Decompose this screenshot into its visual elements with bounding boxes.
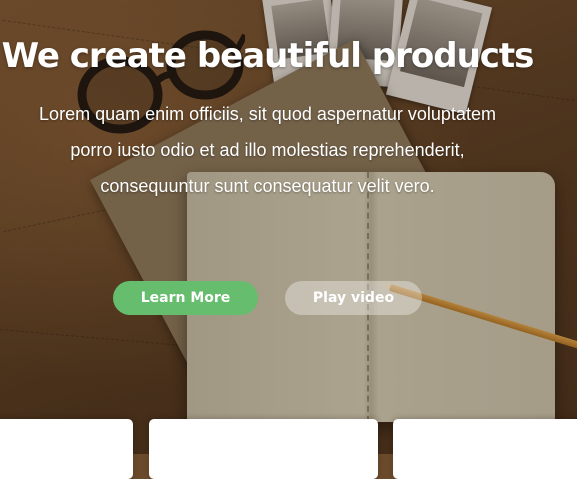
hero-subtitle: Lorem quam enim officiis, sit quod asper… [39,104,496,196]
feature-card [149,419,378,479]
hero-section: We create beautiful products Lorem quam … [0,0,577,454]
feature-card [0,419,133,479]
hero-title: We create beautiful products [1,36,535,76]
learn-more-button[interactable]: Learn More [113,281,258,315]
feature-card [393,419,577,479]
play-video-button[interactable]: Play video [285,281,422,315]
